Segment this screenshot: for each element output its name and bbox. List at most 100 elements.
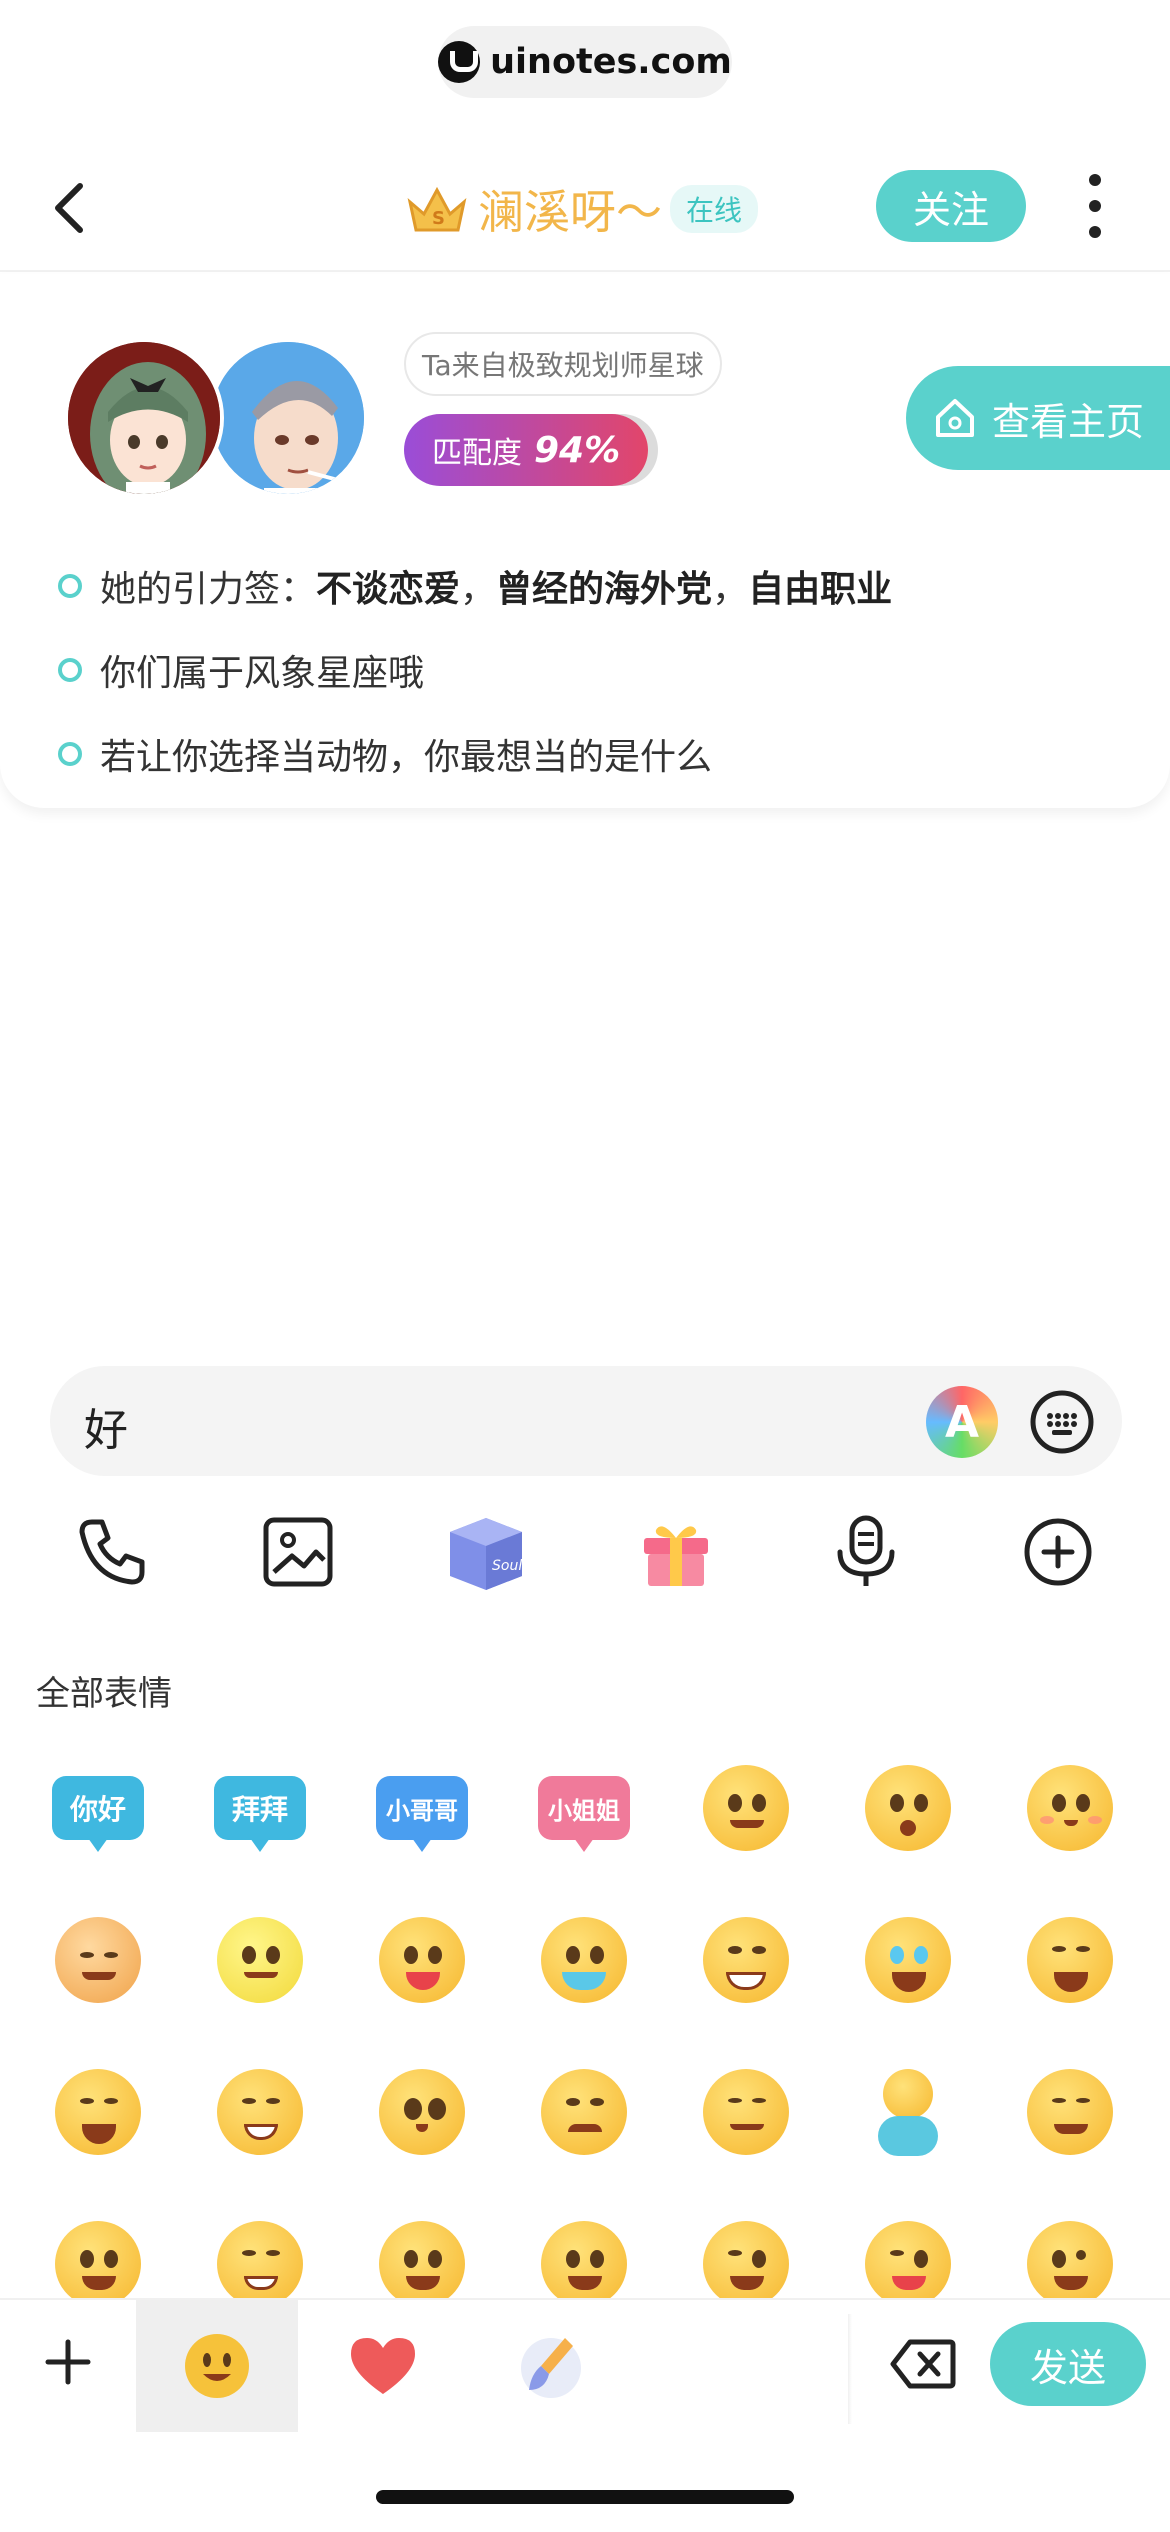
watermark-text: uinotes.com (490, 42, 732, 82)
add-circle-icon (1024, 1518, 1092, 1586)
sad-emoji-icon[interactable] (536, 2064, 632, 2160)
content-smile-emoji-icon[interactable] (1022, 2064, 1118, 2160)
home-indicator[interactable] (376, 2490, 794, 2504)
partner-avatar[interactable] (64, 338, 224, 498)
sticker-hello-text: 你好 (69, 1793, 126, 1826)
heart-icon (351, 2338, 415, 2394)
voice-icon (837, 1515, 895, 1586)
tab-emoji[interactable] (136, 2300, 298, 2432)
sticker-hello[interactable]: 你好 (50, 1760, 146, 1856)
sticker-bye-text: 拜拜 (231, 1793, 288, 1826)
zodiac-line: 你们属于风象星座哦 (100, 653, 425, 694)
shocked-emoji-icon[interactable] (374, 2216, 470, 2298)
chevron-left-icon (55, 183, 83, 233)
bullet-dot-icon (58, 574, 82, 598)
phone-icon (79, 1519, 145, 1585)
backspace-icon (890, 2339, 956, 2389)
tongue-wink-emoji-icon[interactable] (860, 2216, 956, 2298)
tears-of-joy-emoji-icon[interactable] (1022, 1912, 1118, 2008)
my-avatar-image (212, 342, 364, 494)
shy-emoji-icon[interactable] (536, 2216, 632, 2298)
view-homepage-button[interactable]: 查看主页 (906, 366, 1170, 470)
my-avatar[interactable] (208, 338, 368, 498)
add-emoji-button[interactable] (44, 2338, 92, 2386)
zany-emoji-icon[interactable] (1022, 2216, 1118, 2298)
smiley-tab-icon (185, 2334, 249, 2398)
bullet-dot-icon (58, 742, 82, 766)
lemon-emoji-icon[interactable] (212, 1912, 308, 2008)
send-image-button[interactable] (258, 1512, 338, 1592)
sticker-sister[interactable]: 小姐姐 (536, 1760, 632, 1856)
more-dot-icon (1089, 174, 1101, 186)
emoji-panel-title: 全部表情 (36, 1674, 172, 1714)
shiba-emoji-icon[interactable] (50, 1912, 146, 2008)
surprised-emoji-icon[interactable] (860, 1760, 956, 1856)
home-icon (936, 399, 974, 437)
sticker-sister-bubble: 小姐姐 (538, 1776, 630, 1840)
smile-emoji-icon[interactable] (698, 1760, 794, 1856)
fish-emoji-icon[interactable] (536, 1912, 632, 2008)
wide-smile-emoji-icon[interactable] (50, 2216, 146, 2298)
keyboard-toggle-button[interactable] (1028, 1388, 1096, 1456)
sticker-tail (574, 1838, 594, 1852)
sticker-bye[interactable]: 拜拜 (212, 1760, 308, 1856)
plus-icon (45, 2339, 91, 2385)
chat-title-group[interactable]: S 澜溪呀～ 在线 (404, 176, 759, 242)
follow-button[interactable]: 关注 (876, 170, 1026, 242)
tags-prefix: 她的引力签： (100, 569, 317, 610)
online-status-badge: 在线 (670, 185, 759, 233)
crying-laugh-emoji-icon[interactable] (860, 1912, 956, 2008)
uinotes-watermark: uinotes.com (438, 26, 732, 98)
tag-item: 不谈恋爱 (316, 569, 461, 610)
smirk-emoji-icon[interactable] (212, 2216, 308, 2298)
keyboard-icon (1030, 1390, 1094, 1454)
hug-emoji-icon[interactable] (698, 2064, 794, 2160)
tab-custom-sticker[interactable] (470, 2300, 632, 2432)
rofl-emoji-icon[interactable] (50, 2064, 146, 2160)
sticker-tail (88, 1838, 108, 1852)
watermelon-emoji-icon[interactable] (374, 1912, 470, 2008)
sticker-sister-text: 小姐姐 (548, 1796, 620, 1825)
wink-star-emoji-icon[interactable] (698, 2216, 794, 2298)
sticker-hello-bubble: 你好 (52, 1776, 144, 1840)
voice-call-button[interactable] (72, 1512, 152, 1592)
chat-partner-name: 澜溪呀～ (478, 185, 662, 239)
message-input-bar[interactable]: 好 A (50, 1366, 1122, 1476)
soul-box-icon: Soul (450, 1518, 522, 1590)
sticker-bye-bubble: 拜拜 (214, 1776, 306, 1840)
tag-item: 自由职业 (748, 569, 893, 610)
delete-button[interactable] (890, 2338, 956, 2390)
figure-emoji-icon[interactable] (860, 2064, 956, 2160)
send-button[interactable]: 发送 (990, 2322, 1146, 2406)
vip-crown-icon: S (407, 186, 467, 232)
more-tools-button[interactable] (1018, 1512, 1098, 1592)
soul-box-button[interactable]: Soul (444, 1512, 524, 1592)
gift-icon (644, 1526, 708, 1586)
match-score-badge: 匹配度 94% (404, 414, 648, 486)
sticker-brother[interactable]: 小哥哥 (374, 1760, 470, 1856)
grin-emoji-icon[interactable] (698, 1912, 794, 2008)
sticker-tail (412, 1838, 432, 1852)
gift-button[interactable] (636, 1512, 716, 1592)
brush-icon (521, 2338, 581, 2398)
tab-favorites[interactable] (302, 2300, 464, 2432)
more-options-button[interactable] (1082, 174, 1108, 238)
ai-assist-icon: A (944, 1396, 980, 1448)
list-item: 她的引力签： 不谈恋爱 ， 曾经的海外党 ， 自由职业 (58, 544, 1138, 628)
back-button[interactable] (46, 178, 96, 238)
blush-emoji-icon[interactable] (1022, 1760, 1118, 1856)
ai-assist-button[interactable]: A (926, 1386, 998, 1458)
list-item[interactable]: 若让你选择当动物，你最想当的是什么 (58, 712, 1138, 796)
sticker-brother-text: 小哥哥 (386, 1796, 458, 1825)
view-homepage-label: 查看主页 (992, 399, 1145, 444)
pleading-emoji-icon[interactable] (374, 2064, 470, 2160)
match-info-list: 她的引力签： 不谈恋爱 ， 曾经的海外党 ， 自由职业 你们属于风象星座哦 若让… (58, 544, 1138, 796)
voice-message-button[interactable] (826, 1512, 906, 1592)
message-input[interactable]: 好 (84, 1394, 128, 1458)
tag-separator: ， (712, 569, 749, 610)
svg-text:S: S (432, 208, 445, 229)
planet-tag-text: Ta来自极致规划师星球 (422, 349, 704, 382)
sweat-smile-emoji-icon[interactable] (212, 2064, 308, 2160)
match-profile-card: Ta来自极致规划师星球 匹配度 94% 查看主页 她的引力签： 不谈恋爱 ， 曾… (0, 274, 1170, 808)
bottom-bar-divider (848, 2314, 852, 2424)
